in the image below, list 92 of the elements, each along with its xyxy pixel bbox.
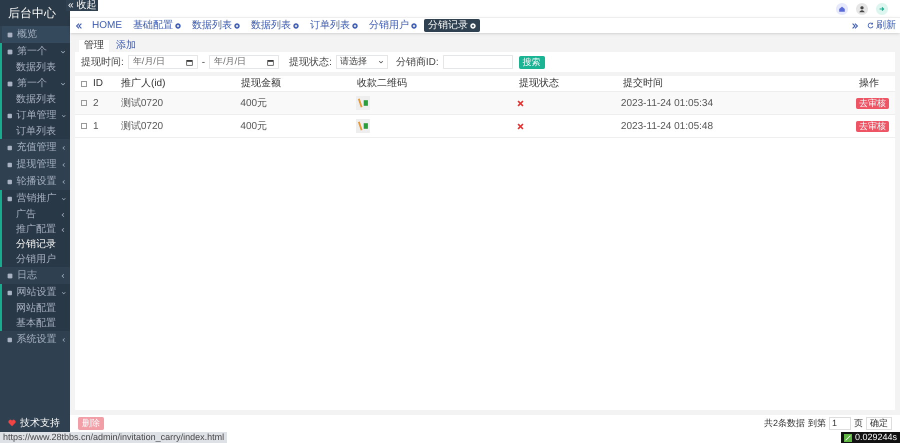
separator-text: - [202,56,206,70]
sidebar-item[interactable]: 第一个 [2,43,70,60]
logout-icon[interactable] [878,4,886,12]
sidebar-subitem[interactable]: 广告 [2,207,70,222]
checkbox[interactable] [81,100,87,106]
refresh-button[interactable]: 刷新 [867,18,896,33]
chevron-icon [378,59,384,65]
sidebar-subitem[interactable]: 基本配置 [2,316,70,331]
sidebar-item[interactable]: 第一个 [2,75,70,92]
menu-icon [7,290,12,296]
column-header: 操作 [859,77,880,91]
sidebar-subitem[interactable]: 分销用户 [2,252,70,267]
table-cell-text: 400元 [240,120,268,134]
review-button[interactable]: 去审核 [856,120,889,132]
sidebar-subitem[interactable]: 订单列表 [2,124,70,139]
column-header: 收款二维码 [357,76,408,91]
checkbox[interactable] [81,123,87,129]
user-icon[interactable] [858,4,866,12]
menu-icon [7,196,12,202]
sidebar-item[interactable]: 系统设置 [2,331,70,348]
page-unit: 页 [854,417,863,430]
menu-icon [7,144,12,150]
date-field[interactable]: 年/月/日 [128,55,198,69]
page-tab[interactable]: HOME [88,19,126,32]
filter-label: 分销商ID: [396,56,439,70]
menu-icon [7,336,12,342]
sidebar-subitem[interactable]: 网站配置 [2,301,70,316]
support-text: 技术支持 [20,416,60,430]
sidebar-item[interactable]: 日志 [2,267,70,284]
sidebar-subitem[interactable]: 分销记录 [2,237,70,252]
id-field[interactable] [442,55,513,69]
sub-tab[interactable]: 添加 [111,40,141,52]
table-cell-text: 400元 [240,96,268,110]
table-cell-text: 1 [92,120,100,134]
home-icon[interactable] [838,4,846,12]
calendar-icon [267,58,274,66]
table-cell-text: 测试0720 [120,120,164,134]
sidebar-item[interactable]: 轮播设置 [2,173,70,190]
page-tab[interactable]: 数据列表 [247,19,303,32]
sidebar-subitem[interactable]: 数据列表 [2,92,70,107]
refresh-icon [867,22,874,29]
page-tab[interactable]: 分销记录 [424,19,480,32]
qr-code-image [356,96,370,110]
sub-tab[interactable]: 管理 [79,40,109,52]
date-field[interactable]: 年/月/日 [209,55,280,69]
page-tab[interactable]: 数据列表 [188,19,244,32]
sidebar-item[interactable]: 充值管理 [2,139,70,156]
status-select[interactable]: 请选择 [336,55,388,69]
calendar-icon [186,58,193,66]
status-url: https://www.28tbbs.cn/admin/invitation_carry/index.html [0,432,228,443]
sidebar-title: 后台中心 [8,5,56,22]
table-cell-text: 测试0720 [120,96,164,110]
qr-code-image [356,119,370,133]
menu-icon [7,112,12,118]
menu-icon [7,162,12,168]
review-button[interactable]: 去审核 [856,98,889,108]
column-header: 提现金额 [241,76,282,91]
sidebar-item[interactable]: 营销推广 [2,190,70,207]
sidebar-item[interactable]: 订单管理 [2,107,70,124]
previous-icon[interactable] [75,22,83,30]
debug-badge: 0.029244s [840,432,900,443]
menu-icon [7,32,13,38]
page-tab[interactable]: 基础配置 [129,19,185,32]
column-header: ID [93,77,104,91]
menu-icon [7,80,13,86]
page-field[interactable]: 1 [829,417,851,430]
sidebar-subitem[interactable]: 推广配置 [2,222,70,237]
column-header: 提交时间 [623,76,664,91]
confirm-button[interactable]: 确定 [866,417,892,430]
menu-icon [7,272,13,278]
heart-icon [8,419,16,427]
page-tab[interactable]: 订单列表 [306,19,362,32]
table-cell-text: 2023-11-24 01:05:34 [620,96,714,110]
sidebar-item[interactable]: 概览 [2,26,70,43]
column-header: 提现状态 [519,76,560,91]
column-header: 推广人(id) [121,76,166,91]
table-cell-text: 2 [92,96,100,110]
page-tab[interactable]: 分销用户 [365,19,421,32]
leaf-icon [844,434,852,442]
menu-icon [7,48,13,54]
sidebar-item[interactable]: 网站设置 [2,284,70,301]
checkbox[interactable] [81,80,87,86]
table-cell-text: 2023-11-24 01:05:48 [620,120,714,134]
filter-label: 提现时间: [81,56,124,70]
goto-label: 到第 [808,417,826,430]
collapse-button[interactable]: « 收起 [66,0,98,11]
sidebar-item[interactable]: 提现管理 [2,156,70,173]
menu-icon [7,178,12,184]
filter-label: 提现状态: [289,56,332,70]
total-count: 共2条数据 [764,417,805,430]
sidebar-subitem[interactable]: 数据列表 [2,60,70,75]
next-icon[interactable] [851,22,859,30]
